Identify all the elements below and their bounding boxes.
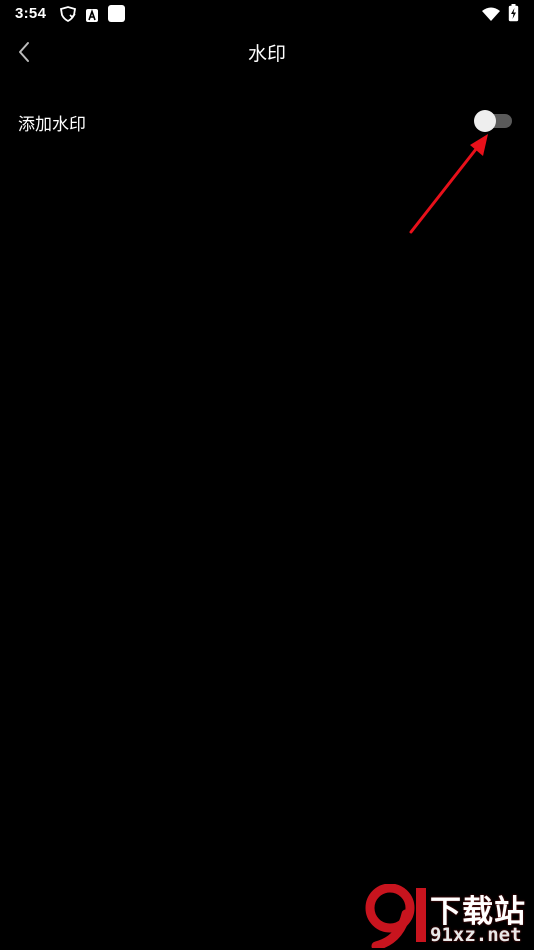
annotation-arrow: [409, 134, 488, 234]
shield-icon: [59, 6, 77, 26]
square-icon: [108, 5, 125, 26]
a-icon: [86, 7, 98, 26]
site-watermark: 下载站 91xz.net: [360, 884, 532, 948]
site-watermark-domain: 91xz.net: [430, 924, 522, 946]
page-title: 水印: [247, 43, 286, 65]
app-header: 水印: [0, 28, 534, 76]
status-time: 3:54: [15, 5, 47, 22]
site-logo-icon: [365, 884, 426, 948]
status-bar: 3:54: [0, 0, 534, 28]
watermark-settings-screen: 3:54 水印 添加水印 下载站 91xz.net: [0, 0, 534, 950]
add-watermark-label: 添加水印: [18, 115, 86, 135]
battery-charging-icon: [508, 4, 519, 26]
wifi-icon: [482, 6, 500, 25]
